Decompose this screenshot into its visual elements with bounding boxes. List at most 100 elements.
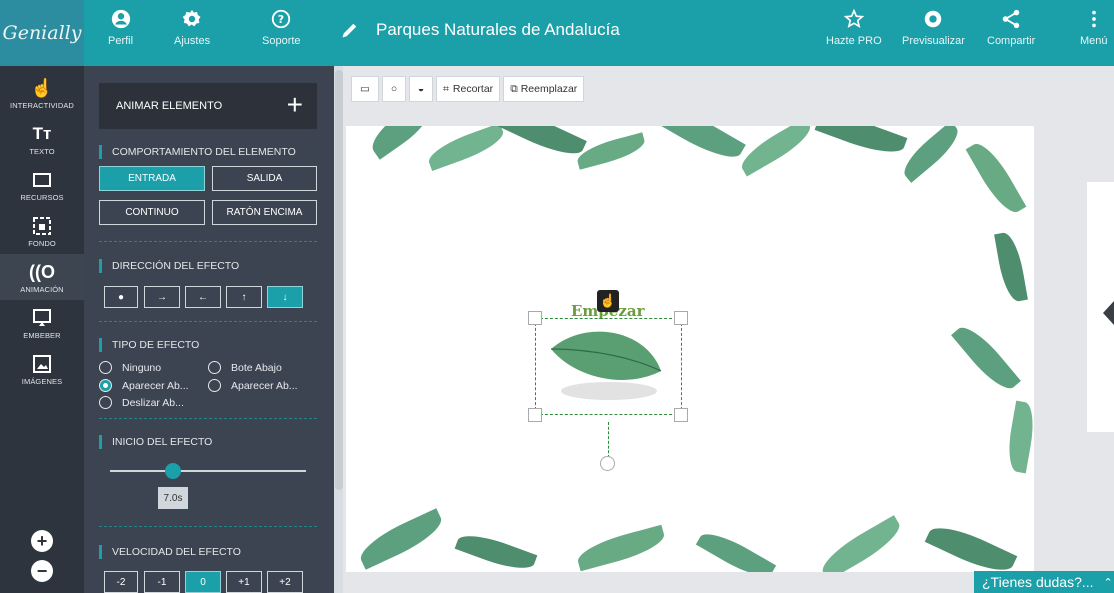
help-chat-button[interactable]: ¿Tienes dudas?... ⌃ [974,571,1114,593]
effect-ninguno-radio[interactable]: Ninguno [99,361,161,374]
radio-circle [99,396,112,409]
soporte-button[interactable]: ? Soporte [262,8,301,47]
rail-item-label: EMBEBER [23,330,61,340]
direccion-title: DIRECCIÓN DEL EFECTO [99,259,239,273]
panel-scrollbar[interactable] [335,70,343,490]
resize-handle-bottom-right[interactable] [674,408,688,422]
drop-icon: ◒ [417,83,425,95]
interactivity-badge[interactable]: ☝ [597,290,619,312]
recortar-button[interactable]: ⌗ Recortar [436,76,501,102]
rail-item-label: ANIMACIÓN [20,284,64,294]
rail-item-embeber[interactable]: EMBEBER [0,300,84,346]
radio-circle [99,361,112,374]
speed-0-button[interactable]: 0 [185,571,221,593]
user-icon [111,9,130,29]
compartir-button[interactable]: Compartir [987,8,1035,47]
direction-right-button[interactable]: → [144,286,180,308]
leaf-decoration [495,126,587,163]
raton-encima-button[interactable]: RATÓN ENCIMA [212,200,317,225]
rail-item-texto[interactable]: Tт TEXTO [0,116,84,162]
compartir-label: Compartir [987,35,1036,47]
direction-center-button[interactable]: ● [104,286,138,308]
previsualizar-label: Previsualizar [902,35,965,47]
animar-elemento-button[interactable]: ANIMAR ELEMENTO + [99,83,317,129]
chevron-up-icon: ⌃ [1103,576,1113,589]
rail-item-fondo[interactable]: FONDO [0,208,84,254]
effect-deslizar-abajo-radio[interactable]: Deslizar Ab... [99,396,184,409]
entrada-button[interactable]: ENTRADA [99,166,205,191]
effect-aparecer-abajo-2-radio[interactable]: Aparecer Ab... [208,379,298,392]
logo[interactable]: Genially [0,0,84,66]
radio-label: Deslizar Ab... [122,396,184,409]
direction-left-button[interactable]: ← [185,286,221,308]
radio-circle [208,361,221,374]
rect-mask-button[interactable]: ▭ [351,76,379,102]
leaf-decoration [1004,400,1034,474]
inicio-slider-value: 7.0s [158,487,188,509]
reemplazar-button[interactable]: ⧉ Reemplazar [503,76,585,102]
speed-minus2-button[interactable]: -2 [104,571,138,593]
rail-item-imagenes[interactable]: IMÁGENES [0,346,84,392]
help-circle-icon: ? [272,9,291,29]
zoom-out-button[interactable]: − [31,560,53,582]
rail-item-animacion[interactable]: ((O ANIMACIÓN [0,254,84,300]
leaf-decoration [574,524,668,572]
inicio-slider-handle[interactable] [165,463,181,479]
logo-text: Genially [2,22,82,44]
ajustes-button[interactable]: Ajustes [174,8,210,47]
radio-label: Ninguno [122,361,162,374]
document-title: Parques Naturales de Andalucía [376,20,620,39]
direction-down-button[interactable]: ↓ [267,286,303,308]
rail-item-interactividad[interactable]: ☝ INTERACTIVIDAD [0,70,84,116]
effect-aparecer-abajo-radio[interactable]: Aparecer Ab... [99,379,189,392]
resize-handle-top-left[interactable] [528,311,542,325]
velocidad-efecto-title: VELOCIDAD DEL EFECTO [99,545,241,559]
perfil-button[interactable]: Perfil [108,8,133,47]
document-title-area[interactable]: Parques Naturales de Andalucía [340,20,620,40]
direction-up-button[interactable]: ↑ [226,286,262,308]
more-vertical-icon [1091,10,1096,28]
arrow-right-icon: → [157,291,167,303]
leaf-decoration [816,515,906,572]
resize-handle-top-right[interactable] [674,311,688,325]
selected-element[interactable] [535,318,682,415]
app-window: Genially Perfil Ajustes ? Soporte Parque… [0,0,1114,593]
reemplazar-label: Reemplazar [520,83,578,95]
arrow-down-icon: ↓ [282,291,288,303]
hazte-pro-button[interactable]: Hazte PRO [826,8,882,47]
rotation-handle[interactable] [600,456,615,471]
radio-label: Aparecer Ab... [122,379,189,392]
divider [99,418,317,419]
previsualizar-button[interactable]: Previsualizar [902,8,965,47]
top-bar: Genially Perfil Ajustes ? Soporte Parque… [0,0,1114,66]
effect-bote-abajo-radio[interactable]: Bote Abajo [208,361,282,374]
rail-item-recursos[interactable]: RECURSOS [0,162,84,208]
circle-mask-button[interactable]: ○ [382,76,406,102]
leaf-decoration [897,126,965,183]
inicio-slider-track[interactable] [110,470,306,472]
speed-minus1-button[interactable]: -1 [144,571,180,593]
leaf-decoration [965,137,1027,219]
speed-plus2-button[interactable]: +2 [267,571,303,593]
arrow-up-icon: ↑ [241,291,247,303]
divider [99,241,317,242]
leaf-decoration [646,126,746,168]
divider [99,321,317,322]
radio-label: Bote Abajo [231,361,282,374]
collapse-arrow-icon[interactable] [1103,301,1114,325]
help-label: ¿Tienes dudas?... [982,574,1094,590]
speed-plus1-button[interactable]: +1 [226,571,262,593]
resize-handle-bottom-left[interactable] [528,408,542,422]
zoom-in-button[interactable]: + [31,530,53,552]
salida-button[interactable]: SALIDA [212,166,317,191]
slide-canvas[interactable]: Empezar ☝ [346,126,1034,572]
rail-item-label: FONDO [28,238,56,248]
dot-icon: ● [117,291,125,303]
leaf-image [550,331,662,400]
animar-elemento-label: ANIMAR ELEMENTO [116,100,223,112]
continuo-button[interactable]: CONTINUO [99,200,205,225]
leaf-decoration [814,126,908,161]
opacity-button[interactable]: ◒ [409,76,433,102]
star-icon [843,8,865,29]
menu-button[interactable]: Menú [1080,8,1108,47]
